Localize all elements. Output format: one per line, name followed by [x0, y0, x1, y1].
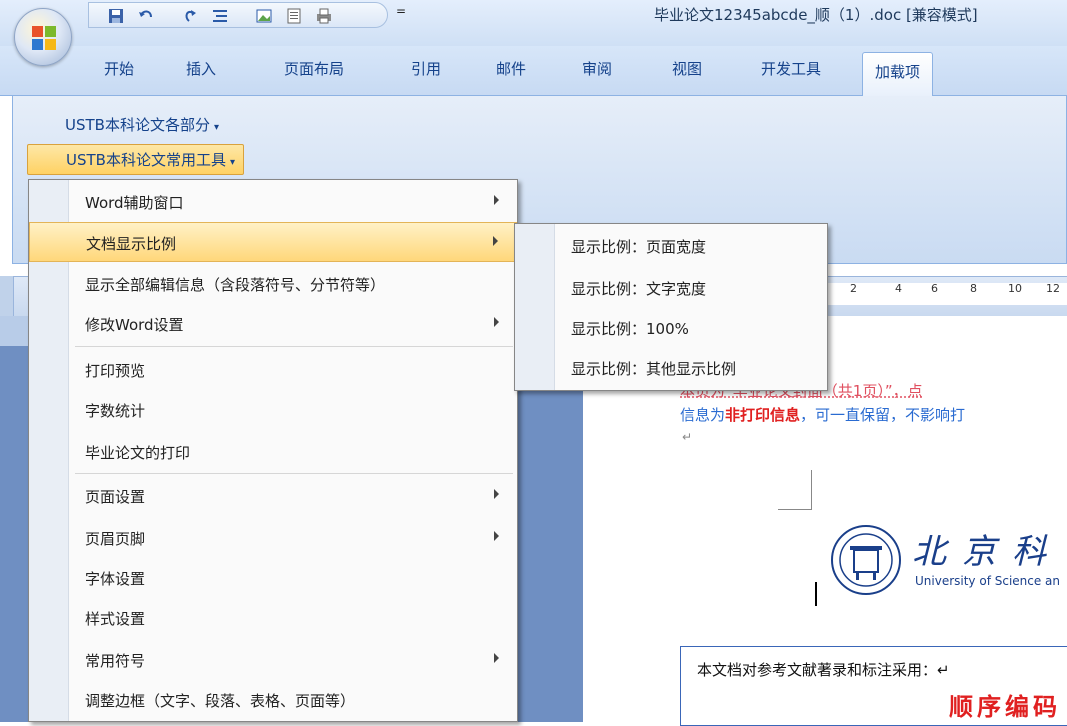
menu-item-modify-word-settings[interactable]: 修改Word设置 [29, 304, 517, 344]
tab-mailings[interactable]: 邮件 [496, 58, 526, 79]
menu-item-adjust-borders[interactable]: 调整边框（文字、段落、表格、页面等） [29, 680, 517, 720]
display-ratio-submenu: 显示比例：页面宽度 显示比例：文字宽度 显示比例：100% 显示比例：其他显示比… [514, 223, 828, 391]
note-text: ，可一直保留，不影响打 [800, 406, 966, 424]
ruler-number: 4 [895, 282, 902, 295]
menu-separator [75, 346, 513, 347]
reference-note-text: 本文档对参考文献著录和标注采用：↵ [697, 661, 950, 679]
document-title: 毕业论文12345abcde_顺（1）.doc [兼容模式] [654, 6, 978, 24]
menu-item-label: 修改Word设置 [85, 316, 184, 334]
menu-item-word-helper[interactable]: Word辅助窗口 [29, 182, 517, 222]
menu-item-show-all-formatting[interactable]: 显示全部编辑信息（含段落符号、分节符等） [29, 264, 517, 304]
title-bar: = 毕业论文12345abcde_顺（1）.doc [兼容模式] [0, 0, 1067, 46]
ruler-number: 12 [1046, 282, 1060, 295]
tab-developer[interactable]: 开发工具 [761, 58, 821, 79]
office-button[interactable] [14, 8, 72, 66]
quick-access-toolbar [88, 2, 388, 28]
ustb-parts-label: USTB本科论文各部分 [65, 116, 210, 134]
chevron-right-icon [494, 317, 499, 327]
tab-page-layout[interactable]: 页面布局 [284, 58, 344, 79]
tab-references[interactable]: 引用 [411, 58, 441, 79]
ustb-parts-button[interactable]: USTB本科论文各部分 ▾ [57, 110, 227, 139]
menu-item-label: Word辅助窗口 [85, 194, 184, 212]
chevron-down-icon: ▾ [213, 122, 219, 133]
menu-item-header-footer[interactable]: 页眉页脚 [29, 518, 517, 558]
tab-view[interactable]: 视图 [672, 58, 702, 79]
list-icon[interactable] [211, 7, 229, 25]
reference-style-box: 本文档对参考文献著录和标注采用：↵ 顺序编码 [680, 646, 1067, 726]
customize-qat-button[interactable]: = [396, 4, 406, 18]
reference-style-title: 顺序编码 [949, 693, 1061, 721]
tab-review[interactable]: 审阅 [582, 58, 612, 79]
submenu-item-100-percent[interactable]: 显示比例：100% [515, 308, 827, 348]
menu-item-label: 毕业论文的打印 [85, 444, 191, 462]
ustb-tools-menu: Word辅助窗口 文档显示比例 显示全部编辑信息（含段落符号、分节符等） 修改W… [28, 179, 518, 722]
menu-item-style-settings[interactable]: 样式设置 [29, 598, 517, 638]
text-cursor [815, 582, 817, 606]
menu-item-thesis-print[interactable]: 毕业论文的打印 [29, 432, 517, 472]
chevron-right-icon [494, 531, 499, 541]
redo-icon[interactable] [181, 7, 199, 25]
menu-item-label: 样式设置 [85, 610, 146, 628]
tab-addins[interactable]: 加载项 [862, 52, 934, 97]
submenu-item-label: 显示比例：页面宽度 [571, 238, 707, 256]
menu-item-label: 显示全部编辑信息（含段落符号、分节符等） [85, 276, 386, 294]
chevron-down-icon: ▾ [229, 157, 235, 168]
menu-item-common-symbols[interactable]: 常用符号 [29, 640, 517, 680]
print-icon[interactable] [315, 7, 333, 25]
menu-item-page-setup[interactable]: 页面设置 [29, 476, 517, 516]
menu-item-label: 页眉页脚 [85, 530, 146, 548]
menu-item-print-preview[interactable]: 打印预览 [29, 350, 517, 390]
menu-item-label: 调整边框（文字、段落、表格、页面等） [85, 692, 356, 710]
submenu-item-label: 显示比例：文字宽度 [571, 280, 707, 298]
submenu-item-label: 显示比例：其他显示比例 [571, 360, 737, 378]
note-text: 信息为 [680, 406, 726, 424]
undo-icon[interactable] [137, 7, 155, 25]
ribbon-tab-row: 开始 插入 页面布局 引用 邮件 审阅 视图 开发工具 加载项 [0, 46, 1067, 97]
submenu-item-other-ratio[interactable]: 显示比例：其他显示比例 [515, 348, 827, 388]
chevron-right-icon [494, 195, 499, 205]
university-emblem-icon [831, 525, 901, 595]
submenu-item-page-width[interactable]: 显示比例：页面宽度 [515, 226, 827, 266]
ustb-tools-button[interactable]: USTB本科论文常用工具 ▾ [27, 144, 244, 175]
ruler-text-area [824, 283, 1067, 305]
ruler-number: 6 [931, 282, 938, 295]
menu-item-label: 打印预览 [85, 362, 146, 380]
ruler-number: 8 [970, 282, 977, 295]
tab-home[interactable]: 开始 [104, 58, 134, 79]
menu-item-label: 页面设置 [85, 488, 146, 506]
note-emphasis: 非打印信息 [725, 406, 801, 424]
ruler-number: 2 [850, 282, 857, 295]
ustb-tools-label: USTB本科论文常用工具 [66, 151, 226, 169]
image-icon[interactable] [255, 7, 273, 25]
office-logo-icon [32, 26, 56, 50]
university-name-cn: 北京科 [912, 532, 1062, 572]
chevron-right-icon [494, 489, 499, 499]
menu-item-label: 常用符号 [85, 652, 146, 670]
menu-item-display-ratio[interactable]: 文档显示比例 [29, 222, 517, 262]
save-icon[interactable] [107, 7, 125, 25]
cover-note-line2: 信息为非打印信息，可一直保留，不影响打 [680, 404, 965, 425]
menu-item-label: 字数统计 [85, 402, 146, 420]
margin-corner-mark [778, 470, 812, 510]
menu-item-word-count[interactable]: 字数统计 [29, 390, 517, 430]
submenu-item-text-width[interactable]: 显示比例：文字宽度 [515, 268, 827, 308]
university-name-en: University of Science an [915, 574, 1061, 588]
menu-item-label: 文档显示比例 [86, 235, 177, 253]
page-icon[interactable] [285, 7, 303, 25]
tab-insert[interactable]: 插入 [186, 58, 216, 79]
paragraph-mark: ↵ [682, 430, 693, 444]
chevron-right-icon [494, 653, 499, 663]
ruler-number: 10 [1008, 282, 1022, 295]
chevron-right-icon [493, 236, 498, 246]
menu-separator [75, 473, 513, 474]
submenu-item-label: 显示比例：100% [571, 320, 689, 338]
menu-item-font-settings[interactable]: 字体设置 [29, 558, 517, 598]
menu-item-label: 字体设置 [85, 570, 146, 588]
